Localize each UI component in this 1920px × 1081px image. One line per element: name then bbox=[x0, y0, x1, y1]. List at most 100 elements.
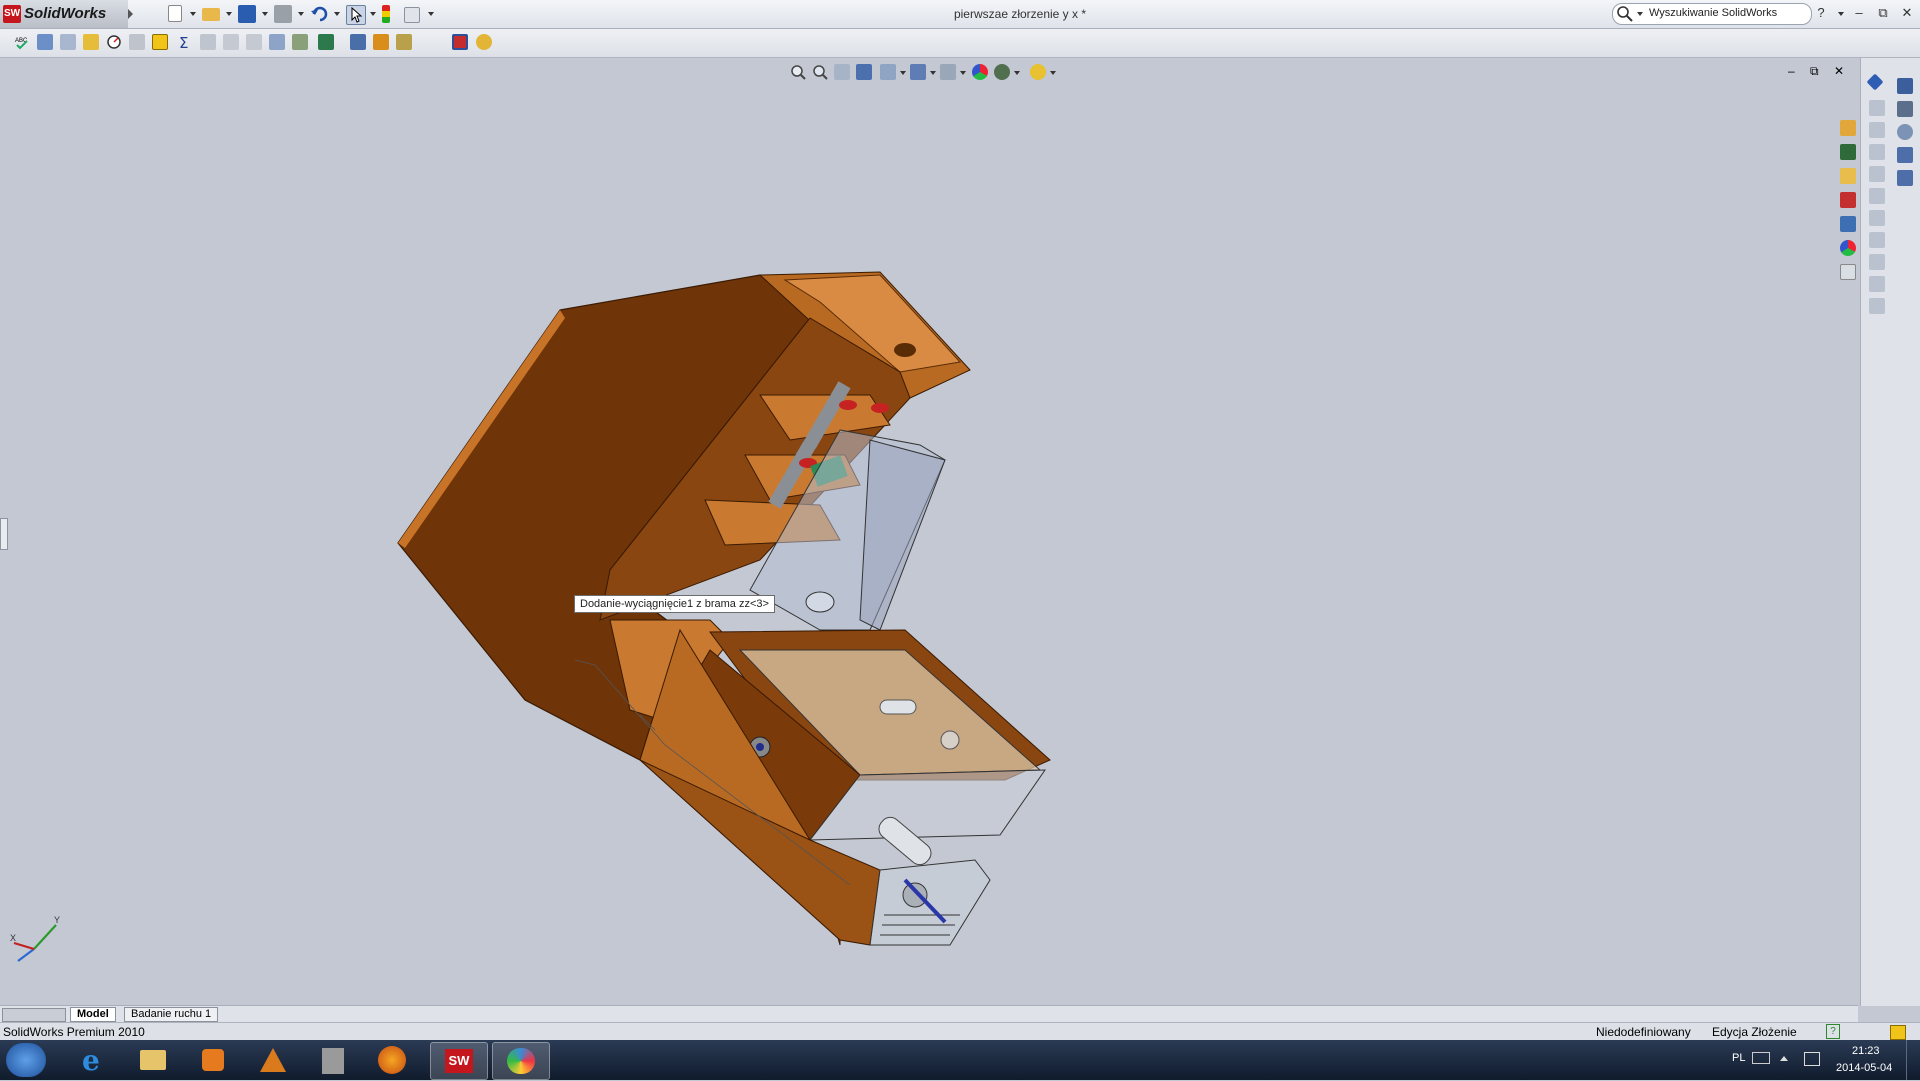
hole-alignment-icon[interactable] bbox=[269, 34, 285, 50]
equations-icon[interactable]: Σ bbox=[177, 34, 193, 52]
mirror-tool-icon[interactable] bbox=[1869, 232, 1885, 248]
appearances-icon[interactable] bbox=[1840, 240, 1856, 256]
home-icon[interactable] bbox=[1840, 120, 1856, 136]
section-properties-icon[interactable] bbox=[83, 34, 99, 50]
language-indicator[interactable]: PL bbox=[1732, 1052, 1745, 1064]
open-folder-icon[interactable] bbox=[202, 8, 220, 21]
viewport-restore-button[interactable]: ⧉ bbox=[1810, 64, 1819, 79]
network-icon[interactable] bbox=[1804, 1052, 1820, 1066]
rebuild-status-icon[interactable] bbox=[1890, 1025, 1906, 1040]
new-document-icon[interactable] bbox=[168, 5, 182, 22]
options-icon[interactable] bbox=[404, 7, 420, 23]
viewport-close-button[interactable]: ✕ bbox=[1834, 64, 1844, 78]
interference-icon[interactable] bbox=[129, 34, 145, 50]
help-button[interactable]: ? bbox=[1812, 5, 1830, 20]
check-icon[interactable] bbox=[106, 34, 122, 50]
stop-icon[interactable] bbox=[452, 34, 468, 50]
show-hidden-icons-arrow[interactable] bbox=[1780, 1056, 1788, 1061]
text-tool-icon[interactable] bbox=[1869, 298, 1885, 314]
media-player-icon[interactable] bbox=[184, 1042, 240, 1078]
centerline-tool-icon[interactable] bbox=[1869, 276, 1885, 292]
previous-view-icon[interactable] bbox=[834, 64, 850, 80]
view-settings-dropdown-icon[interactable] bbox=[1050, 71, 1056, 75]
simulation-icon[interactable] bbox=[396, 34, 412, 50]
checkbox-icon[interactable] bbox=[152, 34, 168, 50]
solidworks-taskbar-icon[interactable]: SW bbox=[430, 1042, 488, 1080]
paint-icon[interactable] bbox=[492, 1042, 550, 1080]
apply-scene-dropdown-icon[interactable] bbox=[1014, 71, 1020, 75]
open-dropdown-icon[interactable] bbox=[226, 12, 232, 16]
help-dropdown-icon[interactable] bbox=[1838, 12, 1844, 16]
appearances-pane-icon[interactable] bbox=[1897, 147, 1913, 163]
zoom-to-area-icon[interactable] bbox=[812, 64, 828, 80]
show-desktop-button[interactable] bbox=[1906, 1040, 1920, 1080]
tab-scroll-buttons[interactable] bbox=[2, 1008, 66, 1022]
smart-dimension-icon[interactable] bbox=[1869, 100, 1885, 116]
clock-time[interactable]: 21:23 bbox=[1852, 1045, 1880, 1057]
notepad-icon[interactable] bbox=[304, 1042, 360, 1078]
undo-dropdown-icon[interactable] bbox=[334, 12, 340, 16]
geometry-analysis-icon[interactable] bbox=[246, 34, 262, 50]
flyout-arrow-icon[interactable] bbox=[128, 9, 133, 19]
assembly-visualization-icon[interactable] bbox=[318, 34, 334, 50]
search-results-icon[interactable] bbox=[1840, 216, 1856, 232]
view-orientation-icon[interactable] bbox=[880, 64, 896, 80]
display-style-dropdown-icon[interactable] bbox=[930, 71, 936, 75]
design-library-icon[interactable] bbox=[1897, 78, 1913, 94]
search-dropdown-icon[interactable] bbox=[1637, 12, 1643, 16]
point-tool-icon[interactable] bbox=[1869, 254, 1885, 270]
spline-tool-icon[interactable] bbox=[1869, 188, 1885, 204]
sketch-tool-icon[interactable] bbox=[1866, 73, 1884, 91]
restore-button[interactable]: ⧉ bbox=[1874, 5, 1892, 21]
graphics-area[interactable]: – ⧉ ✕ Dodanie-wyciągnięcie1 z brama zz<3… bbox=[0, 58, 1858, 1006]
spell-check-icon[interactable]: ABC bbox=[14, 34, 30, 50]
display-style-icon[interactable] bbox=[910, 64, 926, 80]
performance-evaluation-icon[interactable] bbox=[350, 34, 366, 50]
hide-show-items-icon[interactable] bbox=[940, 64, 956, 80]
line-tool-icon[interactable] bbox=[1869, 122, 1885, 138]
save-dropdown-icon[interactable] bbox=[262, 12, 268, 16]
edit-appearance-icon[interactable] bbox=[972, 64, 988, 80]
hide-show-dropdown-icon[interactable] bbox=[960, 71, 966, 75]
options-dropdown-icon[interactable] bbox=[428, 12, 434, 16]
apply-scene-icon[interactable] bbox=[994, 64, 1010, 80]
resources-icon[interactable] bbox=[1840, 144, 1856, 160]
measure-icon[interactable] bbox=[37, 34, 53, 50]
arc-tool-icon[interactable] bbox=[1869, 166, 1885, 182]
assembly-3d-model[interactable] bbox=[380, 258, 1080, 1018]
file-explorer-pane-icon[interactable] bbox=[1897, 101, 1913, 117]
search-box[interactable]: Wyszukiwanie SolidWorks bbox=[1612, 3, 1812, 25]
section-view-icon[interactable] bbox=[856, 64, 872, 80]
undo-icon[interactable] bbox=[310, 5, 328, 23]
select-pointer-icon[interactable] bbox=[346, 5, 366, 25]
print-icon[interactable] bbox=[274, 5, 292, 23]
photoview-icon[interactable] bbox=[476, 34, 492, 50]
start-button[interactable] bbox=[6, 1043, 46, 1077]
custom-props-icon[interactable] bbox=[1840, 264, 1856, 280]
print-dropdown-icon[interactable] bbox=[298, 12, 304, 16]
sensors-icon[interactable] bbox=[200, 34, 216, 50]
select-dropdown-icon[interactable] bbox=[370, 12, 376, 16]
rebuild-icon[interactable] bbox=[382, 5, 390, 23]
matlab-icon[interactable] bbox=[244, 1042, 300, 1078]
save-icon[interactable] bbox=[238, 5, 256, 23]
draft-analysis-icon[interactable] bbox=[223, 34, 239, 50]
view-palette-icon[interactable] bbox=[1897, 124, 1913, 140]
clock-date[interactable]: 2014-05-04 bbox=[1836, 1062, 1892, 1074]
compare-documents-icon[interactable] bbox=[292, 34, 308, 50]
zoom-to-fit-icon[interactable] bbox=[790, 64, 806, 80]
tab-motion-study[interactable]: Badanie ruchu 1 bbox=[124, 1007, 219, 1022]
toolbox-icon[interactable] bbox=[1840, 192, 1856, 208]
help-status-button[interactable]: ? bbox=[1826, 1024, 1840, 1039]
keyboard-icon[interactable] bbox=[1752, 1052, 1770, 1064]
new-dropdown-icon[interactable] bbox=[190, 12, 196, 16]
solidworks-menu-button[interactable]: SW SolidWorks bbox=[0, 0, 128, 28]
view-orientation-dropdown-icon[interactable] bbox=[900, 71, 906, 75]
minimize-button[interactable]: – bbox=[1850, 5, 1868, 20]
configure-icon[interactable] bbox=[373, 34, 389, 50]
custom-properties-icon[interactable] bbox=[1897, 170, 1913, 186]
file-explorer-icon[interactable] bbox=[124, 1042, 180, 1078]
rectangle-tool-icon[interactable] bbox=[1869, 144, 1885, 160]
close-button[interactable]: ✕ bbox=[1898, 5, 1916, 21]
mass-properties-icon[interactable] bbox=[60, 34, 76, 50]
